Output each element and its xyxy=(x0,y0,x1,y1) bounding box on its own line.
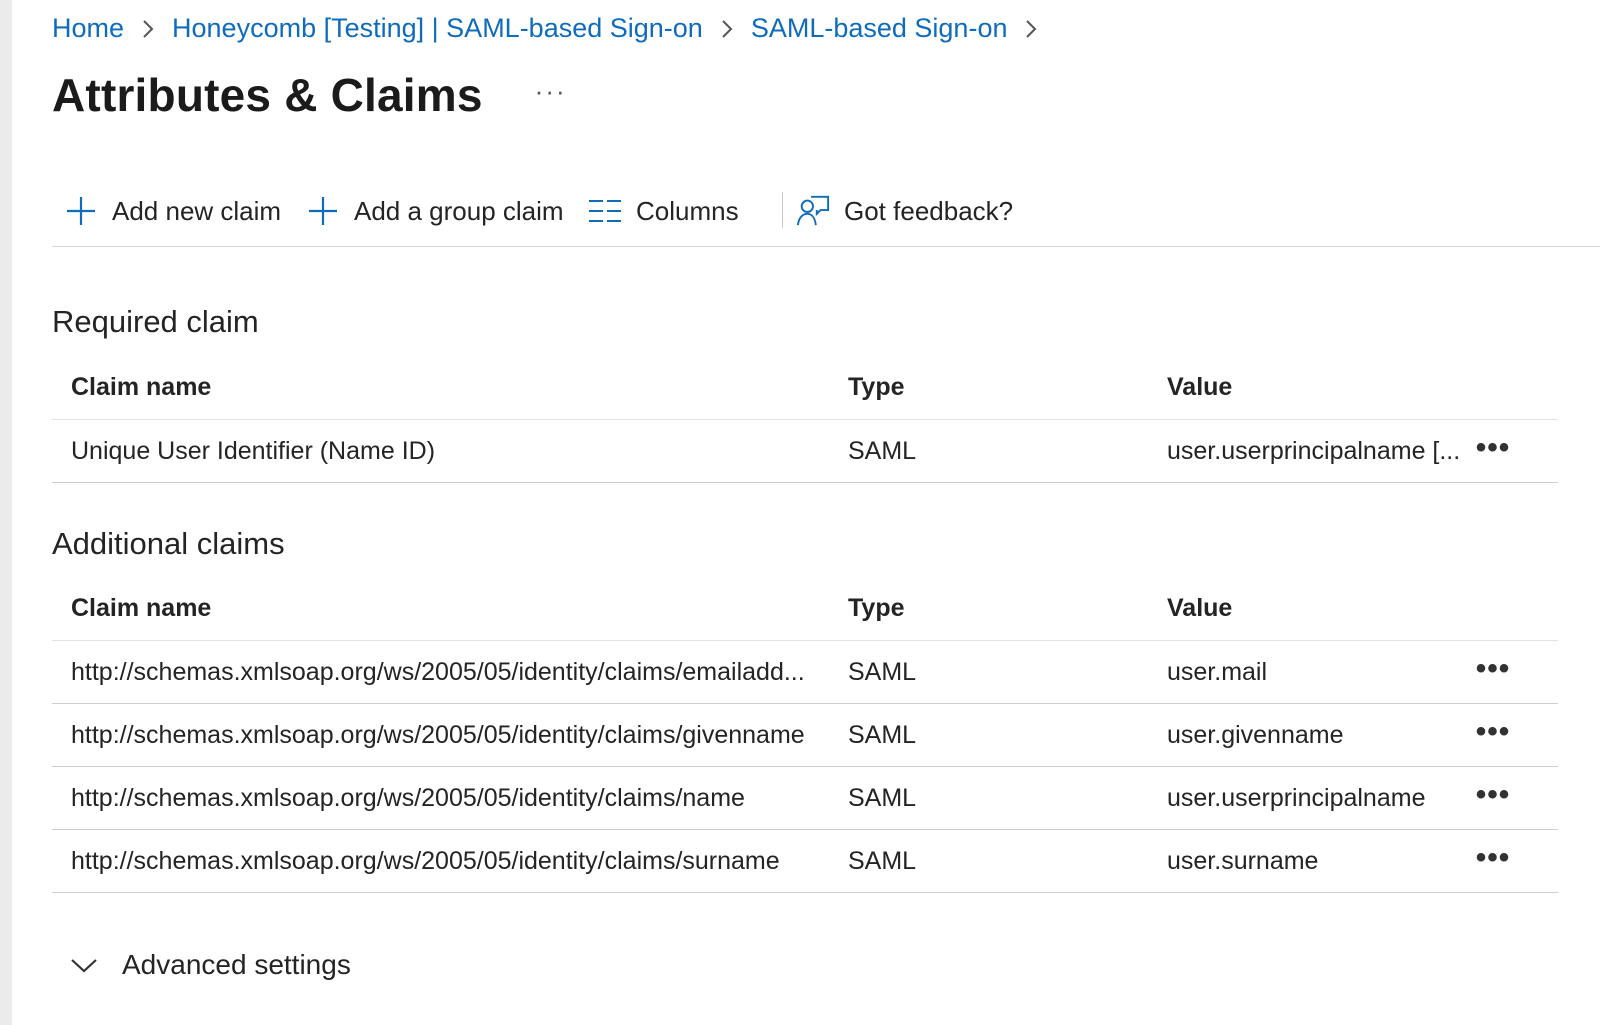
chevron-right-icon xyxy=(1007,13,1055,44)
row-more-button[interactable]: ••• xyxy=(1460,830,1526,892)
title-row: Attributes & Claims ··· xyxy=(52,62,567,128)
row-more-button[interactable]: ••• xyxy=(1460,420,1526,482)
plus-icon xyxy=(306,194,340,228)
required-claim-heading: Required claim xyxy=(52,304,259,339)
claim-name-cell[interactable]: http://schemas.xmlsoap.org/ws/2005/05/id… xyxy=(71,704,831,766)
chevron-down-icon xyxy=(70,956,100,974)
header-claim-name[interactable]: Claim name xyxy=(71,577,831,640)
more-icon: ••• xyxy=(1475,652,1511,685)
row-more-button[interactable]: ••• xyxy=(1460,641,1526,703)
add-new-claim-label: Add new claim xyxy=(112,195,282,226)
add-group-claim-button[interactable]: Add a group claim xyxy=(306,186,564,236)
claim-name-cell[interactable]: Unique User Identifier (Name ID) xyxy=(71,420,831,482)
table-row[interactable]: http://schemas.xmlsoap.org/ws/2005/05/id… xyxy=(52,767,1558,830)
breadcrumb-saml[interactable]: SAML-based Sign-on xyxy=(751,13,1008,44)
breadcrumb-app[interactable]: Honeycomb [Testing] | SAML-based Sign-on xyxy=(172,13,703,44)
table-header: Claim name Type Value xyxy=(52,356,1558,420)
claim-name-cell[interactable]: http://schemas.xmlsoap.org/ws/2005/05/id… xyxy=(71,641,831,703)
claim-value-cell: user.givenname xyxy=(1167,720,1344,749)
claim-type-cell: SAML xyxy=(848,846,917,875)
breadcrumb: Home Honeycomb [Testing] | SAML-based Si… xyxy=(52,8,1055,48)
more-icon: ••• xyxy=(1475,431,1511,464)
columns-icon xyxy=(588,194,622,228)
columns-label: Columns xyxy=(636,195,739,226)
table-row[interactable]: http://schemas.xmlsoap.org/ws/2005/05/id… xyxy=(52,704,1558,767)
additional-claims-table: Claim name Type Value http://schemas.xml… xyxy=(52,577,1558,893)
left-edge-strip xyxy=(0,0,12,1025)
toolbar-divider xyxy=(782,192,783,228)
feedback-icon xyxy=(796,194,830,228)
feedback-label: Got feedback? xyxy=(844,195,1014,226)
chevron-right-icon xyxy=(124,13,172,44)
more-icon: ••• xyxy=(1475,841,1511,874)
required-claim-table: Claim name Type Value Unique User Identi… xyxy=(52,356,1558,483)
add-new-claim-button[interactable]: Add new claim xyxy=(64,186,281,236)
claim-value-cell: user.userprincipalname [... xyxy=(1167,436,1461,465)
claim-type-cell: SAML xyxy=(848,657,917,686)
advanced-settings-toggle[interactable]: Advanced settings xyxy=(70,940,351,990)
table-row[interactable]: http://schemas.xmlsoap.org/ws/2005/05/id… xyxy=(52,641,1558,704)
header-value[interactable]: Value xyxy=(1167,356,1467,419)
claim-value-cell: user.surname xyxy=(1167,846,1319,875)
more-icon: ••• xyxy=(1475,778,1511,811)
additional-claims-heading: Additional claims xyxy=(52,526,285,561)
chevron-right-icon xyxy=(703,13,751,44)
claim-type-cell: SAML xyxy=(848,720,917,749)
claim-name-cell[interactable]: http://schemas.xmlsoap.org/ws/2005/05/id… xyxy=(71,830,831,892)
feedback-button[interactable]: Got feedback? xyxy=(796,186,1013,236)
command-bar: Add new claim Add a group claim Columns xyxy=(52,186,1600,247)
advanced-settings-label: Advanced settings xyxy=(122,949,351,980)
add-group-claim-label: Add a group claim xyxy=(354,195,564,226)
page-title: Attributes & Claims xyxy=(52,69,483,121)
claim-type-cell: SAML xyxy=(848,783,917,812)
table-row[interactable]: http://schemas.xmlsoap.org/ws/2005/05/id… xyxy=(52,830,1558,893)
more-icon: ••• xyxy=(1475,715,1511,748)
columns-button[interactable]: Columns xyxy=(588,186,739,236)
header-type[interactable]: Type xyxy=(848,356,1128,419)
header-claim-name[interactable]: Claim name xyxy=(71,356,831,419)
row-more-button[interactable]: ••• xyxy=(1460,767,1526,829)
header-type[interactable]: Type xyxy=(848,577,1128,640)
claim-value-cell: user.userprincipalname xyxy=(1167,783,1426,812)
page-more-button[interactable]: ··· xyxy=(535,76,567,107)
header-value[interactable]: Value xyxy=(1167,577,1467,640)
table-header: Claim name Type Value xyxy=(52,577,1558,641)
claim-value-cell: user.mail xyxy=(1167,657,1268,686)
plus-icon xyxy=(64,194,98,228)
table-row[interactable]: Unique User Identifier (Name ID) SAML us… xyxy=(52,420,1558,483)
breadcrumb-home[interactable]: Home xyxy=(52,13,124,44)
claim-name-cell[interactable]: http://schemas.xmlsoap.org/ws/2005/05/id… xyxy=(71,767,831,829)
claim-type-cell: SAML xyxy=(848,436,917,465)
row-more-button[interactable]: ••• xyxy=(1460,704,1526,766)
